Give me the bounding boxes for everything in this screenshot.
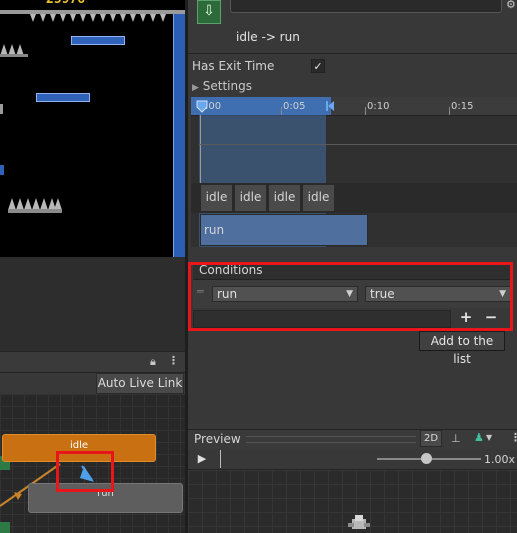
spike-trap: [0, 44, 28, 57]
separator: [188, 53, 517, 54]
idle-clip: idle: [268, 184, 301, 212]
pivot-icon[interactable]: ⊥: [451, 432, 461, 445]
tick: [365, 107, 366, 115]
preview-scrubber[interactable]: [220, 450, 221, 468]
preview-title: Preview: [194, 432, 241, 446]
game-view: 25976: [0, 0, 186, 257]
avatar-icon[interactable]: ♟: [474, 431, 484, 444]
has-exit-time-label: Has Exit Time: [192, 59, 275, 73]
tick-label: 0:10: [367, 101, 390, 112]
playhead: [200, 115, 201, 183]
settings-label: Settings: [202, 79, 252, 93]
transition-icon: ⇩: [197, 0, 221, 24]
auto-live-link-button[interactable]: Auto Live Link: [96, 373, 184, 394]
platform: [36, 93, 90, 102]
idle-clip: idle: [302, 184, 335, 212]
more-options-icon[interactable]: ⋮: [510, 431, 517, 444]
wall: [173, 14, 185, 257]
run-clip[interactable]: run: [200, 214, 368, 246]
tick-label: 0:15: [451, 101, 474, 112]
tick: [449, 107, 450, 115]
empty-panel: [0, 257, 186, 351]
highlight-box-transition: [56, 451, 114, 492]
tick: [281, 107, 282, 115]
start-marker-icon[interactable]: [195, 99, 209, 113]
idle-clip: idle: [234, 184, 267, 212]
transition-timeline[interactable]: :00 0:05 0:10 0:15 idle idle idle idle r…: [191, 97, 517, 247]
platform: [71, 36, 125, 45]
end-marker-icon[interactable]: [326, 100, 336, 112]
drag-grip[interactable]: [246, 436, 416, 443]
name-field[interactable]: [230, 0, 502, 13]
platform-edge: [0, 165, 4, 175]
settings-foldout[interactable]: ▶ Settings: [192, 79, 252, 93]
speed-value: 1.00x: [484, 453, 516, 466]
2d-toggle-button[interactable]: 2D: [420, 430, 442, 447]
foldout-arrow-icon: ▶: [192, 83, 199, 93]
animator-toolbar: 🔒︎ ⋮: [0, 351, 186, 373]
speed-slider-knob[interactable]: [421, 453, 432, 464]
character-sprite: [348, 515, 370, 529]
tick-label: 0:05: [283, 101, 306, 112]
spike-edge: [0, 104, 3, 114]
add-to-list-tooltip: Add to the list: [419, 331, 505, 366]
transition-title: idle -> run: [236, 30, 300, 44]
more-options-icon[interactable]: ⋮: [168, 354, 179, 367]
gear-icon[interactable]: ⚙: [506, 0, 516, 11]
spike-trap: [8, 198, 62, 213]
ceiling-spikes: [0, 10, 186, 22]
timeline-guide: [199, 144, 517, 145]
lock-icon[interactable]: 🔒︎: [150, 355, 156, 369]
score-text: 25976: [46, 0, 85, 7]
highlight-box-conditions: [188, 262, 513, 331]
has-exit-time-checkbox[interactable]: ✓: [311, 59, 325, 73]
idle-clip: idle: [200, 184, 233, 212]
play-icon[interactable]: ▶: [195, 452, 209, 466]
chevron-down-icon[interactable]: ▼: [486, 433, 492, 442]
